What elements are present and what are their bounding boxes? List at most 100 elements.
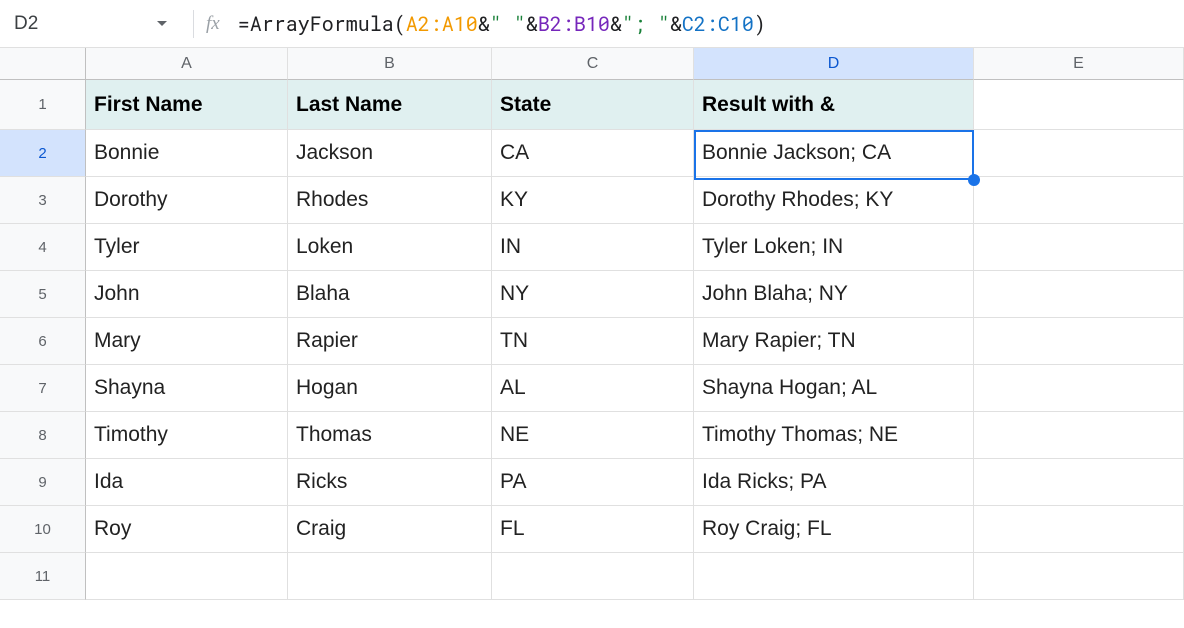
name-box[interactable]: D2	[6, 0, 181, 47]
fill-handle-icon[interactable]	[968, 174, 980, 186]
cell-E5[interactable]	[974, 271, 1184, 318]
row-header-5[interactable]: 5	[0, 271, 86, 318]
col-header-E[interactable]: E	[974, 48, 1184, 80]
cell-B9[interactable]: Ricks	[288, 459, 492, 506]
row-header-10[interactable]: 10	[0, 506, 86, 553]
row-header-4[interactable]: 4	[0, 224, 86, 271]
cell-D5[interactable]: John Blaha; NY	[694, 271, 974, 318]
cell-B3[interactable]: Rhodes	[288, 177, 492, 224]
formula-suffix: )	[754, 11, 766, 37]
row-header-2[interactable]: 2	[0, 130, 86, 177]
table-row: 3 Dorothy Rhodes KY Dorothy Rhodes; KY	[0, 177, 1184, 224]
cell-B4[interactable]: Loken	[288, 224, 492, 271]
cell-D7[interactable]: Shayna Hogan; AL	[694, 365, 974, 412]
cell-D2[interactable]: Bonnie Jackson; CA	[694, 130, 974, 177]
cell-C8[interactable]: NE	[492, 412, 694, 459]
cell-E10[interactable]	[974, 506, 1184, 553]
cell-C10[interactable]: FL	[492, 506, 694, 553]
select-all-corner[interactable]	[0, 48, 86, 80]
cell-E3[interactable]	[974, 177, 1184, 224]
col-header-A[interactable]: A	[86, 48, 288, 80]
cell-A3[interactable]: Dorothy	[86, 177, 288, 224]
col-header-D[interactable]: D	[694, 48, 974, 80]
grid: A B C D E 1 First Name Last Name State R…	[0, 48, 1184, 600]
formula-amp3: &	[610, 11, 622, 37]
cell-A6[interactable]: Mary	[86, 318, 288, 365]
col-header-B[interactable]: B	[288, 48, 492, 80]
cell-C1[interactable]: State	[492, 80, 694, 130]
cell-A4[interactable]: Tyler	[86, 224, 288, 271]
cell-D10[interactable]: Roy Craig; FL	[694, 506, 974, 553]
cell-B2[interactable]: Jackson	[288, 130, 492, 177]
cell-B1[interactable]: Last Name	[288, 80, 492, 130]
row-header-6[interactable]: 6	[0, 318, 86, 365]
formula-input[interactable]: =ArrayFormula(A2:A10&" "&B2:B10&"; "&C2:…	[238, 11, 766, 37]
table-row: 4 Tyler Loken IN Tyler Loken; IN	[0, 224, 1184, 271]
table-row: 10 Roy Craig FL Roy Craig; FL	[0, 506, 1184, 553]
cell-E7[interactable]	[974, 365, 1184, 412]
cell-E8[interactable]	[974, 412, 1184, 459]
formula-amp2: &	[526, 11, 538, 37]
formula-str2: "; "	[622, 11, 670, 37]
cell-A7[interactable]: Shayna	[86, 365, 288, 412]
cell-B11[interactable]	[288, 553, 492, 600]
cell-E6[interactable]	[974, 318, 1184, 365]
spreadsheet: D2 fx =ArrayFormula(A2:A10&" "&B2:B10&";…	[0, 0, 1184, 600]
cell-C11[interactable]	[492, 553, 694, 600]
cell-E1[interactable]	[974, 80, 1184, 130]
col-header-C[interactable]: C	[492, 48, 694, 80]
cell-D3[interactable]: Dorothy Rhodes; KY	[694, 177, 974, 224]
column-header-row: A B C D E	[0, 48, 1184, 80]
cell-B8[interactable]: Thomas	[288, 412, 492, 459]
formula-amp1: &	[478, 11, 490, 37]
row-header-11[interactable]: 11	[0, 553, 86, 600]
cell-C4[interactable]: IN	[492, 224, 694, 271]
cell-A8[interactable]: Timothy	[86, 412, 288, 459]
cell-D8[interactable]: Timothy Thomas; NE	[694, 412, 974, 459]
cell-E11[interactable]	[974, 553, 1184, 600]
formula-ref-c: C2:C10	[682, 11, 754, 37]
cell-C5[interactable]: NY	[492, 271, 694, 318]
formula-prefix: =ArrayFormula(	[238, 11, 406, 37]
cell-B6[interactable]: Rapier	[288, 318, 492, 365]
cell-D11[interactable]	[694, 553, 974, 600]
cell-B10[interactable]: Craig	[288, 506, 492, 553]
name-box-value: D2	[14, 13, 38, 35]
cell-E4[interactable]	[974, 224, 1184, 271]
table-row: 8 Timothy Thomas NE Timothy Thomas; NE	[0, 412, 1184, 459]
row-header-9[interactable]: 9	[0, 459, 86, 506]
chevron-down-icon	[157, 21, 167, 26]
cell-B7[interactable]: Hogan	[288, 365, 492, 412]
cell-E9[interactable]	[974, 459, 1184, 506]
cell-A5[interactable]: John	[86, 271, 288, 318]
table-row: 5 John Blaha NY John Blaha; NY	[0, 271, 1184, 318]
cell-D6[interactable]: Mary Rapier; TN	[694, 318, 974, 365]
cell-C9[interactable]: PA	[492, 459, 694, 506]
cell-B5[interactable]: Blaha	[288, 271, 492, 318]
table-row: 1 First Name Last Name State Result with…	[0, 80, 1184, 130]
row-header-8[interactable]: 8	[0, 412, 86, 459]
row-header-3[interactable]: 3	[0, 177, 86, 224]
cell-A2[interactable]: Bonnie	[86, 130, 288, 177]
formula-ref-b: B2:B10	[538, 11, 610, 37]
cell-A9[interactable]: Ida	[86, 459, 288, 506]
cell-A1[interactable]: First Name	[86, 80, 288, 130]
fx-icon: fx	[206, 13, 220, 35]
row-header-1[interactable]: 1	[0, 80, 86, 130]
cell-A11[interactable]	[86, 553, 288, 600]
cell-A10[interactable]: Roy	[86, 506, 288, 553]
cell-C6[interactable]: TN	[492, 318, 694, 365]
cell-D4[interactable]: Tyler Loken; IN	[694, 224, 974, 271]
row-header-7[interactable]: 7	[0, 365, 86, 412]
table-row: 11	[0, 553, 1184, 600]
table-row: 7 Shayna Hogan AL Shayna Hogan; AL	[0, 365, 1184, 412]
cell-C3[interactable]: KY	[492, 177, 694, 224]
table-row: 6 Mary Rapier TN Mary Rapier; TN	[0, 318, 1184, 365]
cell-D1[interactable]: Result with &	[694, 80, 974, 130]
formula-bar: D2 fx =ArrayFormula(A2:A10&" "&B2:B10&";…	[0, 0, 1184, 48]
cell-C2[interactable]: CA	[492, 130, 694, 177]
cell-E2[interactable]	[974, 130, 1184, 177]
cell-D9[interactable]: Ida Ricks; PA	[694, 459, 974, 506]
cell-C7[interactable]: AL	[492, 365, 694, 412]
table-row: 2 Bonnie Jackson CA Bonnie Jackson; CA	[0, 130, 1184, 177]
